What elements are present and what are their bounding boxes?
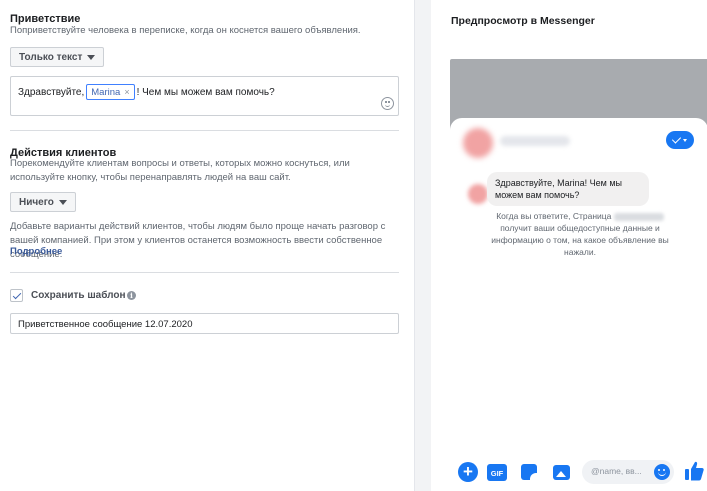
actions-dropdown[interactable]: Ничего bbox=[10, 192, 76, 212]
name-token[interactable]: Marina × bbox=[86, 84, 135, 100]
conversation-sheet: Здравствуйте, Marina! Чем мы можем вам п… bbox=[450, 118, 707, 491]
page-name-blurred bbox=[613, 212, 664, 221]
checkmark-icon bbox=[671, 134, 681, 144]
actions-note: Добавьте варианты действий клиентов, что… bbox=[10, 221, 386, 260]
send-check-button bbox=[666, 131, 694, 149]
greeting-description: Поприветствуйте человека в переписке, ко… bbox=[10, 25, 361, 36]
sticker-icon bbox=[521, 464, 537, 480]
consent-text-before: Когда вы ответите, Страница bbox=[496, 211, 612, 221]
gif-icon: GIF bbox=[487, 464, 507, 481]
close-icon[interactable]: × bbox=[124, 87, 129, 97]
emoji-icon[interactable] bbox=[381, 97, 394, 110]
plus-icon: + bbox=[458, 462, 478, 482]
divider bbox=[10, 130, 399, 131]
preview-title: Предпросмотр в Messenger bbox=[451, 15, 595, 27]
left-panel: Приветствие Поприветствуйте человека в п… bbox=[0, 0, 414, 491]
save-template-label: Сохранить шаблон bbox=[31, 290, 126, 301]
actions-description: Порекомендуйте клиентам вопросы и ответы… bbox=[10, 158, 350, 183]
page-avatar bbox=[463, 128, 493, 158]
save-template-checkbox[interactable] bbox=[10, 289, 23, 302]
template-name-input[interactable]: Приветственное сообщение 12.07.2020 bbox=[10, 313, 399, 334]
info-icon[interactable]: i bbox=[127, 291, 136, 300]
name-token-label: Marina bbox=[91, 86, 121, 98]
greeting-text: Здравствуйте, Marina × ! Чем мы можем ва… bbox=[18, 84, 275, 100]
greeting-format-label: Только текст bbox=[19, 51, 83, 63]
emoji-icon bbox=[654, 464, 670, 480]
chevron-down-icon bbox=[87, 54, 96, 60]
greeting-bubble: Здравствуйте, Marina! Чем мы можем вам п… bbox=[487, 172, 649, 206]
greeting-text-after: ! Чем мы можем вам помочь? bbox=[136, 86, 275, 98]
photo-icon bbox=[553, 465, 570, 480]
greeting-format-dropdown[interactable]: Только текст bbox=[10, 47, 105, 67]
actions-dropdown-label: Ничего bbox=[19, 196, 54, 208]
message-composer: + GIF @name, вв... bbox=[450, 457, 707, 491]
chevron-down-icon bbox=[682, 138, 687, 142]
message-avatar bbox=[468, 184, 488, 204]
messenger-preview: Здравствуйте, Marina! Чем мы можем вам п… bbox=[450, 59, 707, 491]
divider bbox=[10, 272, 399, 273]
greeting-editor[interactable]: Здравствуйте, Marina × ! Чем мы можем ва… bbox=[10, 76, 399, 116]
like-icon bbox=[685, 461, 704, 481]
page-name-blurred bbox=[500, 136, 570, 146]
greeting-text-before: Здравствуйте, bbox=[18, 86, 85, 98]
preview-panel: Предпросмотр в Messenger Здравствуйте, M… bbox=[431, 0, 707, 491]
chevron-down-icon bbox=[58, 199, 67, 205]
consent-text: Когда вы ответите, Страница получит ваши… bbox=[480, 210, 680, 258]
panel-divider bbox=[414, 0, 431, 491]
learn-more-link[interactable]: Подробнее bbox=[10, 246, 62, 257]
consent-text-after: получит ваши общедоступные данные и инфо… bbox=[491, 223, 669, 257]
